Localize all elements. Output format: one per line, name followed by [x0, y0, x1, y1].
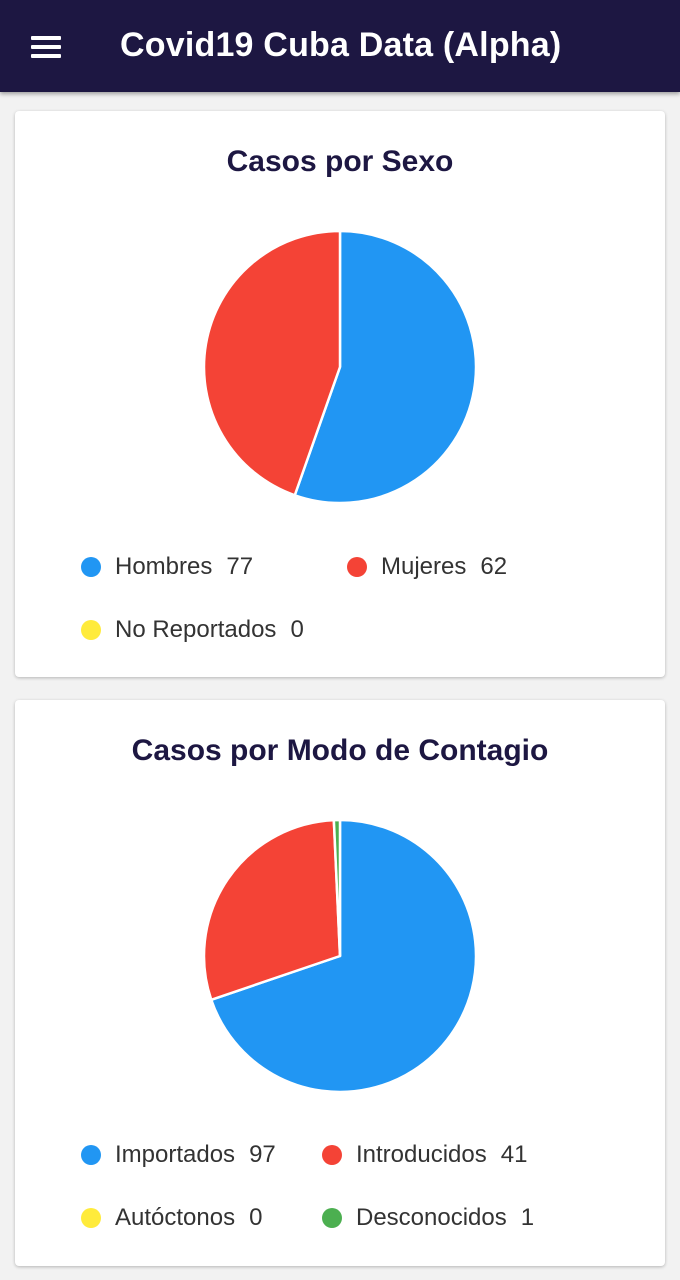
legend-dot-introducidos	[322, 1145, 342, 1165]
chart-title-contagio: Casos por Modo de Contagio	[131, 734, 549, 767]
pie-chart-sexo	[202, 229, 478, 505]
legend-value: 1	[520, 1204, 535, 1231]
legend-item-introducidos: Introducidos 41	[322, 1138, 527, 1172]
legend-item-desconocidos: Desconocidos 1	[322, 1201, 534, 1235]
legend-label: No Reportados	[115, 616, 277, 643]
legend-item-mujeres: Mujeres 62	[347, 550, 507, 584]
legend-dot-autoctonos	[81, 1208, 101, 1228]
legend-dot-desconocidos	[322, 1208, 342, 1228]
chart-card-contagio: Casos por Modo de Contagio Importados 97…	[15, 700, 665, 1266]
app-title: Covid19 Cuba Data (Alpha)	[120, 26, 562, 64]
app-bar: Covid19 Cuba Data (Alpha)	[0, 0, 680, 92]
legend-dot-mujeres	[347, 557, 367, 577]
legend-item-no-reportados: No Reportados 0	[81, 613, 304, 647]
legend-item-hombres: Hombres 77	[81, 550, 253, 584]
legend-dot-hombres	[81, 557, 101, 577]
legend-value: 77	[226, 553, 254, 580]
pie-chart-contagio	[202, 818, 478, 1094]
legend-label: Importados	[115, 1141, 236, 1168]
hamburger-menu-icon[interactable]	[26, 30, 66, 64]
legend-label: Mujeres	[381, 553, 467, 580]
legend-value: 62	[480, 553, 508, 580]
chart-card-sexo: Casos por Sexo Hombres 77 Mujeres 62 No …	[15, 111, 665, 677]
legend-label: Introducidos	[356, 1141, 487, 1168]
legend-dot-importados	[81, 1145, 101, 1165]
legend-label: Hombres	[115, 553, 213, 580]
legend-label: Autóctonos	[115, 1204, 236, 1231]
chart-title-sexo: Casos por Sexo	[226, 145, 454, 178]
legend-label: Desconocidos	[356, 1204, 507, 1231]
legend-value: 0	[290, 616, 304, 643]
legend-value: 97	[249, 1141, 276, 1168]
legend-item-autoctonos: Autóctonos 0	[81, 1201, 262, 1235]
legend-item-importados: Importados 97	[81, 1138, 276, 1172]
legend-value: 0	[249, 1204, 263, 1231]
legend-dot-no-reportados	[81, 620, 101, 640]
legend-value: 41	[500, 1141, 528, 1168]
